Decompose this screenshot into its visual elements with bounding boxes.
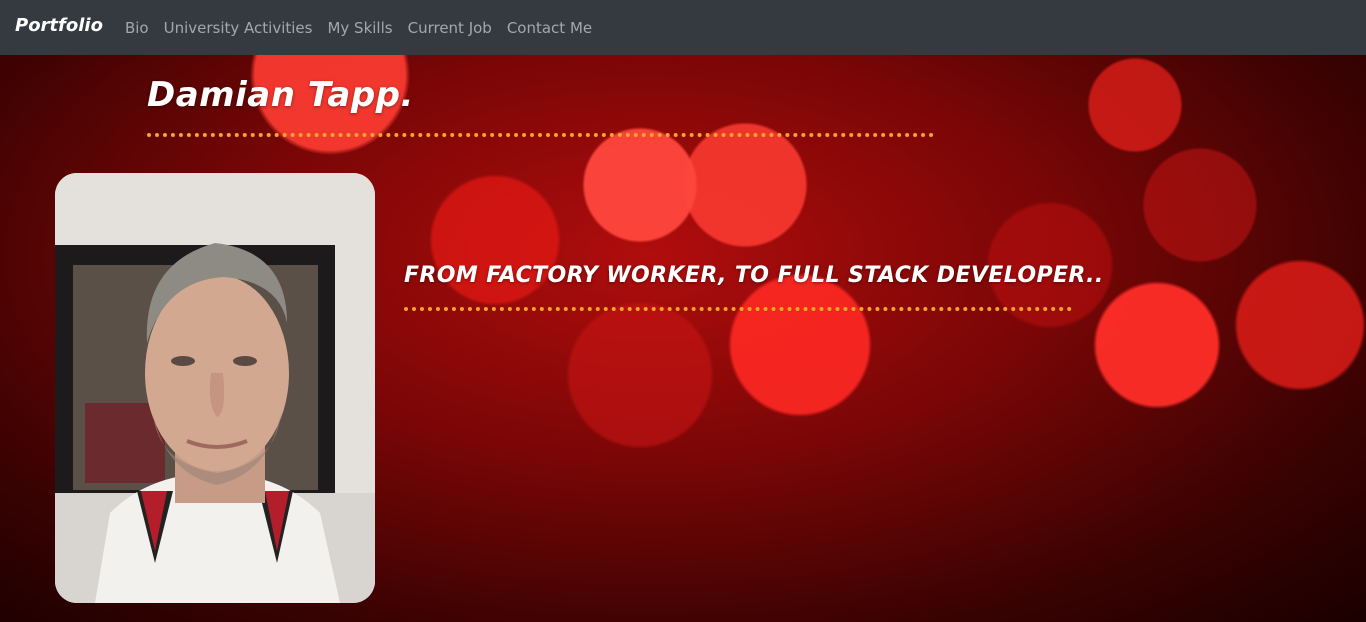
tagline-dotted-divider <box>404 307 1072 311</box>
hero-name: Damian Tapp. <box>147 75 414 115</box>
profile-photo-illustration <box>55 173 375 603</box>
nav-link-university-activities[interactable]: University Activities <box>164 19 313 37</box>
top-navbar: Portfolio Bio University Activities My S… <box>0 0 1366 55</box>
brand-link[interactable]: Portfolio <box>15 15 103 36</box>
nav-links: Bio University Activities My Skills Curr… <box>125 19 607 37</box>
hero-tagline: FROM FACTORY WORKER, TO FULL STACK DEVEL… <box>404 263 1104 288</box>
nav-link-bio[interactable]: Bio <box>125 19 149 37</box>
nav-link-contact-me[interactable]: Contact Me <box>507 19 592 37</box>
nav-link-current-job[interactable]: Current Job <box>408 19 492 37</box>
profile-photo <box>55 173 375 603</box>
name-dotted-divider <box>147 133 934 137</box>
nav-link-my-skills[interactable]: My Skills <box>327 19 392 37</box>
hero-section: Damian Tapp. FROM FACTORY WORKER, TO FUL… <box>0 55 1366 622</box>
